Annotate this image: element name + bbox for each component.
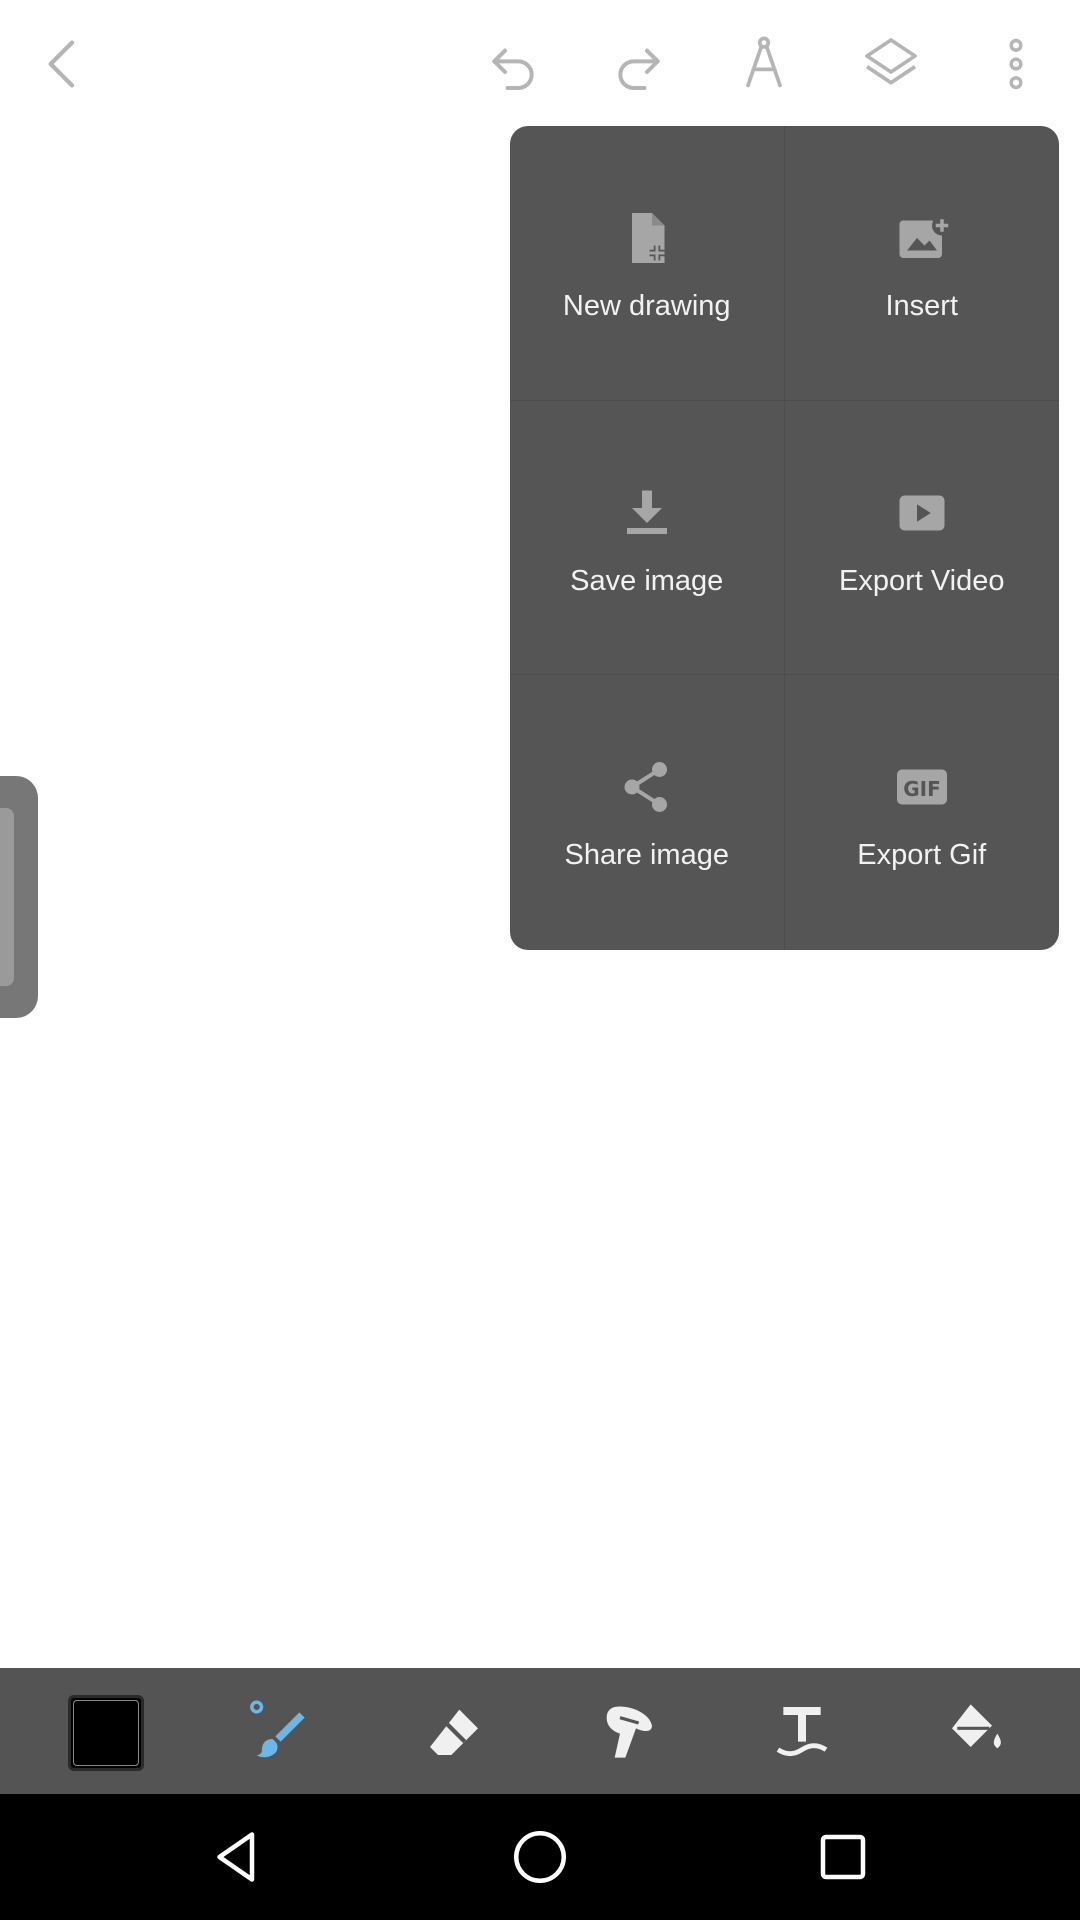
smudge-finger-icon [606, 1706, 652, 1758]
system-nav-bar [0, 1794, 1080, 1920]
undo-icon[interactable] [471, 22, 555, 106]
export-video-button[interactable]: Export Video [784, 401, 1059, 676]
export-gif-button[interactable]: GIF Export Gif [785, 675, 1060, 950]
image-plus-icon [892, 208, 952, 268]
paint-bucket-icon [952, 1704, 1001, 1749]
export-gif-label: Export Gif [857, 839, 987, 872]
brush-tool[interactable] [233, 1686, 323, 1776]
insert-label: Insert [885, 290, 959, 322]
share-image-button[interactable]: Share image [510, 675, 785, 950]
file-plus-icon [617, 208, 677, 268]
gif-icon: GIF [892, 757, 952, 817]
nav-back-icon[interactable] [202, 1822, 272, 1892]
svg-text:GIF: GIF [903, 777, 941, 801]
share-icon [617, 757, 677, 817]
overflow-menu: New drawing Insert Save image Export Vid… [510, 126, 1059, 950]
color-swatch[interactable] [68, 1695, 144, 1771]
compass-icon[interactable] [722, 22, 806, 106]
brush-icon [250, 1700, 305, 1758]
save-image-button[interactable]: Save image [510, 400, 785, 676]
nav-recents-icon[interactable] [808, 1822, 878, 1892]
fill-tool[interactable] [931, 1686, 1021, 1776]
back-chevron-icon[interactable] [22, 22, 106, 106]
color-swatch-fill [73, 1700, 139, 1766]
export-video-label: Export Video [838, 564, 1005, 597]
layers-icon[interactable] [849, 22, 933, 106]
new-drawing-button[interactable]: New drawing [510, 126, 785, 401]
more-vert-icon[interactable] [974, 22, 1058, 106]
smudge-tool[interactable] [583, 1686, 673, 1776]
download-icon [617, 483, 677, 543]
redo-icon[interactable] [597, 22, 681, 106]
side-panel-handle-grip [0, 808, 14, 986]
nav-home-icon[interactable] [505, 1822, 575, 1892]
eraser-tool[interactable] [409, 1686, 499, 1776]
text-tool[interactable] [757, 1686, 847, 1776]
new-drawing-label: New drawing [562, 290, 731, 322]
share-image-label: Share image [564, 839, 729, 872]
text-icon [776, 1707, 828, 1757]
top-app-bar [0, 0, 1080, 125]
side-panel-handle[interactable] [0, 776, 38, 1018]
insert-button[interactable]: Insert [784, 126, 1059, 401]
video-play-icon [892, 483, 952, 543]
bottom-toolbar [0, 1668, 1080, 1794]
save-image-label: Save image [570, 564, 724, 597]
eraser-icon [430, 1709, 478, 1755]
